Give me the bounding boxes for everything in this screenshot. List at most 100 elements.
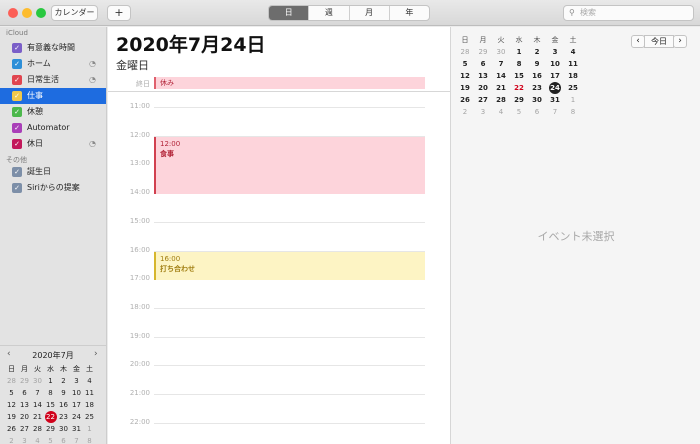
- mini-day[interactable]: 4: [83, 375, 96, 387]
- mini-day[interactable]: 24: [70, 411, 83, 423]
- calendar-day[interactable]: 29: [474, 46, 492, 58]
- today-button[interactable]: 今日: [644, 35, 674, 48]
- mini-day[interactable]: 15: [44, 399, 57, 411]
- zoom-window-button[interactable]: [36, 8, 46, 18]
- mini-day[interactable]: 23: [57, 411, 70, 423]
- tab-month[interactable]: 月: [348, 6, 389, 20]
- calendar-item[interactable]: ✓ 休憩: [0, 104, 106, 120]
- calendar-day[interactable]: 14: [492, 70, 510, 82]
- calendar-day[interactable]: 10: [546, 58, 564, 70]
- calendar-day[interactable]: 6: [474, 58, 492, 70]
- calendar-item[interactable]: ✓ ホーム ◔: [0, 56, 106, 72]
- calendar-day[interactable]: 18: [564, 70, 582, 82]
- mini-day[interactable]: 7: [31, 387, 44, 399]
- calendar-day[interactable]: 20: [474, 82, 492, 94]
- mini-day[interactable]: 20: [18, 411, 31, 423]
- mini-day[interactable]: 9: [57, 387, 70, 399]
- next-month-button[interactable]: ›: [94, 349, 98, 359]
- checkbox-icon[interactable]: ✓: [12, 91, 22, 101]
- mini-day[interactable]: 28: [5, 375, 18, 387]
- calendar-day[interactable]: 29: [510, 94, 528, 106]
- mini-day[interactable]: 2: [57, 375, 70, 387]
- mini-day[interactable]: 18: [83, 399, 96, 411]
- calendar-day[interactable]: 1: [510, 46, 528, 58]
- calendar-item[interactable]: ✓ Automator: [0, 120, 106, 136]
- calendar-item[interactable]: ✓ 有意義な時間: [0, 40, 106, 56]
- calendar-day[interactable]: 1: [564, 94, 582, 106]
- mini-day[interactable]: 28: [31, 423, 44, 435]
- calendar-item[interactable]: ✓ Siriからの提案: [0, 180, 106, 196]
- calendar-day[interactable]: 27: [474, 94, 492, 106]
- calendar-item[interactable]: ✓ 仕事: [0, 88, 106, 104]
- mini-day[interactable]: 16: [57, 399, 70, 411]
- next-button[interactable]: ›: [673, 35, 687, 48]
- calendar-day[interactable]: 9: [528, 58, 546, 70]
- calendar-day[interactable]: 6: [528, 106, 546, 118]
- calendars-button[interactable]: カレンダー: [51, 5, 98, 21]
- calendar-day[interactable]: 28: [456, 46, 474, 58]
- allday-event[interactable]: 休み: [154, 77, 425, 89]
- mini-day[interactable]: 4: [31, 435, 44, 444]
- mini-day[interactable]: 7: [70, 435, 83, 444]
- mini-day[interactable]: 2: [5, 435, 18, 444]
- mini-day[interactable]: 12: [5, 399, 18, 411]
- close-window-button[interactable]: [8, 8, 18, 18]
- calendar-day[interactable]: 28: [492, 94, 510, 106]
- mini-day[interactable]: 10: [70, 387, 83, 399]
- mini-day[interactable]: 17: [70, 399, 83, 411]
- calendar-day[interactable]: 5: [510, 106, 528, 118]
- mini-day[interactable]: 19: [5, 411, 18, 423]
- calendar-day[interactable]: 30: [492, 46, 510, 58]
- calendar-day[interactable]: 30: [528, 94, 546, 106]
- calendar-item[interactable]: ✓ 誕生日: [0, 164, 106, 180]
- calendar-day[interactable]: 16: [528, 70, 546, 82]
- mini-day[interactable]: 27: [18, 423, 31, 435]
- calendar-day[interactable]: 5: [456, 58, 474, 70]
- mini-day[interactable]: 8: [44, 387, 57, 399]
- calendar-day[interactable]: 21: [492, 82, 510, 94]
- mini-day[interactable]: 8: [83, 435, 96, 444]
- event-meeting[interactable]: 16:00 打ち合わせ: [154, 252, 425, 280]
- calendar-day[interactable]: 13: [474, 70, 492, 82]
- checkbox-icon[interactable]: ✓: [12, 123, 22, 133]
- calendar-day[interactable]: 23: [528, 82, 546, 94]
- calendar-day[interactable]: 8: [510, 58, 528, 70]
- mini-day[interactable]: 14: [31, 399, 44, 411]
- calendar-day[interactable]: 2: [528, 46, 546, 58]
- calendar-day[interactable]: 22: [510, 82, 528, 94]
- mini-day[interactable]: 1: [83, 423, 96, 435]
- calendar-day[interactable]: 15: [510, 70, 528, 82]
- calendar-day[interactable]: 26: [456, 94, 474, 106]
- mini-day[interactable]: 5: [5, 387, 18, 399]
- mini-day[interactable]: 6: [57, 435, 70, 444]
- calendar-day[interactable]: 2: [456, 106, 474, 118]
- checkbox-icon[interactable]: ✓: [12, 59, 22, 69]
- checkbox-icon[interactable]: ✓: [12, 183, 22, 193]
- calendar-day[interactable]: 3: [474, 106, 492, 118]
- mini-day[interactable]: 30: [31, 375, 44, 387]
- mini-day[interactable]: 30: [57, 423, 70, 435]
- mini-day[interactable]: 13: [18, 399, 31, 411]
- calendar-day[interactable]: 17: [546, 70, 564, 82]
- mini-day[interactable]: 31: [70, 423, 83, 435]
- mini-day[interactable]: 29: [44, 423, 57, 435]
- calendar-day[interactable]: 4: [564, 46, 582, 58]
- calendar-day[interactable]: 3: [546, 46, 564, 58]
- mini-day[interactable]: 11: [83, 387, 96, 399]
- calendar-day[interactable]: 31: [546, 94, 564, 106]
- mini-day[interactable]: 25: [83, 411, 96, 423]
- mini-day[interactable]: 29: [18, 375, 31, 387]
- calendar-day[interactable]: 25: [564, 82, 582, 94]
- calendar-day[interactable]: 7: [492, 58, 510, 70]
- search-input[interactable]: ⚲ 検索: [563, 5, 694, 21]
- calendar-item[interactable]: ✓ 休日 ◔: [0, 136, 106, 152]
- mini-day[interactable]: 3: [18, 435, 31, 444]
- checkbox-icon[interactable]: ✓: [12, 107, 22, 117]
- calendar-day[interactable]: 12: [456, 70, 474, 82]
- mini-day[interactable]: 6: [18, 387, 31, 399]
- tab-year[interactable]: 年: [388, 6, 429, 20]
- calendar-item[interactable]: ✓ 日常生活 ◔: [0, 72, 106, 88]
- mini-day[interactable]: 1: [44, 375, 57, 387]
- mini-day[interactable]: 26: [5, 423, 18, 435]
- calendar-day[interactable]: 7: [546, 106, 564, 118]
